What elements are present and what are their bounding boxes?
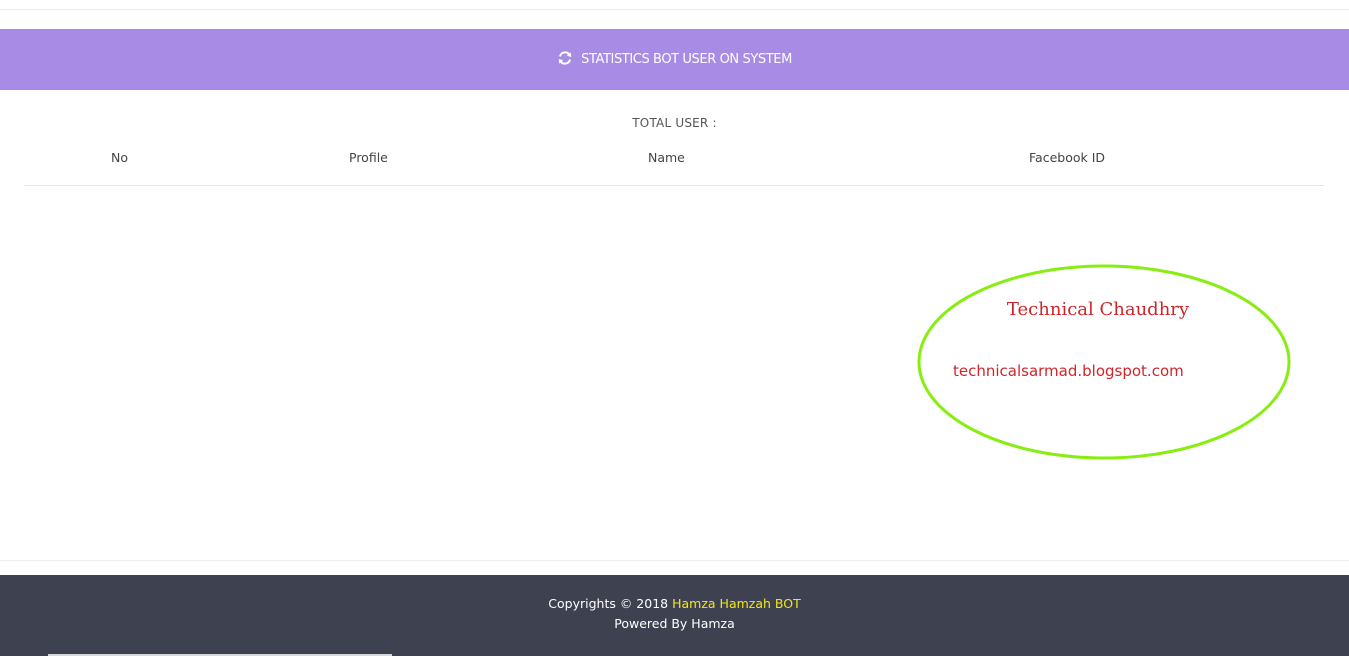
watermark-title: Technical Chaudhry (1006, 299, 1190, 320)
footer-divider (0, 560, 1349, 561)
statistics-header: STATISTICS BOT USER ON SYSTEM (0, 29, 1349, 90)
footer-brand-link[interactable]: Hamza Hamzah BOT (672, 596, 801, 611)
footer-powered-by: Powered By Hamza (614, 616, 735, 631)
refresh-icon[interactable] (557, 50, 573, 66)
footer-copyright: Copyrights © 2018 Hamza Hamzah BOT (0, 596, 1349, 611)
watermark-overlay: Technical Chaudhry technicalsarmad.blogs… (917, 264, 1293, 462)
column-header-profile[interactable]: Profile (349, 150, 388, 165)
column-header-name[interactable]: Name (648, 150, 685, 165)
copyright-text: Copyrights © 2018 (548, 596, 669, 611)
column-header-no[interactable]: No (111, 150, 128, 165)
total-user-label: TOTAL USER : (632, 116, 717, 130)
header-title: STATISTICS BOT USER ON SYSTEM (581, 52, 792, 67)
users-table-header: No Profile Name Facebook ID (25, 150, 1324, 186)
top-navbar-strip (0, 0, 1349, 10)
watermark-url: technicalsarmad.blogspot.com (953, 362, 1184, 380)
column-header-facebook-id[interactable]: Facebook ID (1029, 150, 1105, 165)
footer: Copyrights © 2018 Hamza Hamzah BOT Power… (0, 575, 1349, 656)
